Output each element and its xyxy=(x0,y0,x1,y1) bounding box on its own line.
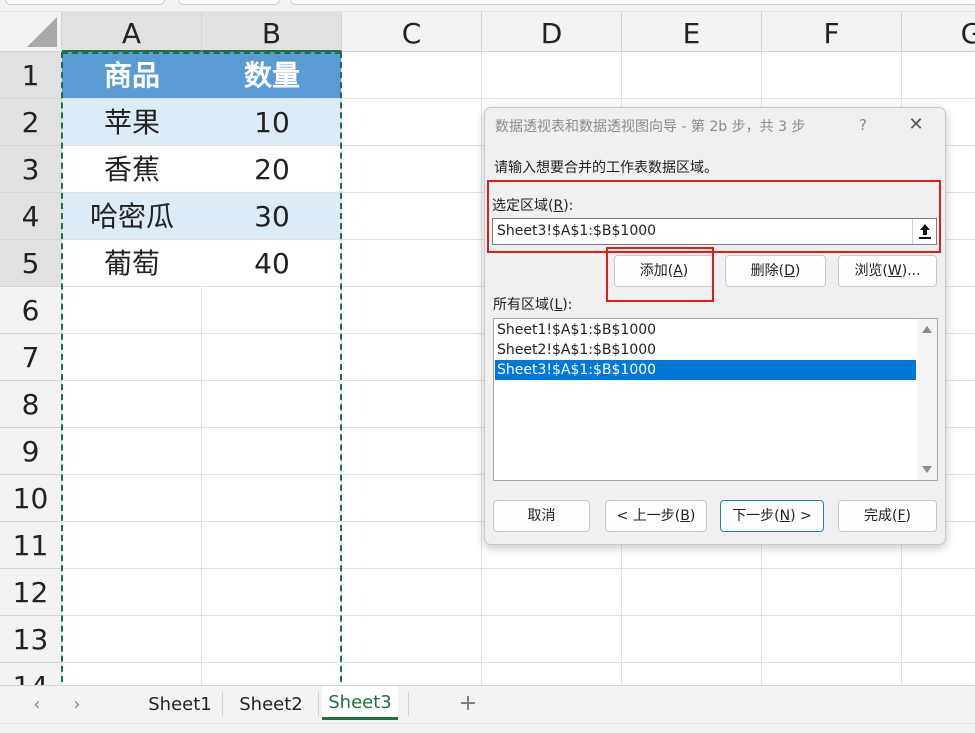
select-all-triangle-icon xyxy=(27,17,57,47)
column-header-f[interactable]: F xyxy=(762,12,902,52)
column-header-b[interactable]: B xyxy=(202,12,342,52)
range-list-item[interactable]: Sheet3!$A$1:$B$1000 xyxy=(495,360,916,380)
finish-button[interactable]: 完成(F) xyxy=(838,500,937,532)
range-label: 选定区域(R): xyxy=(492,198,574,214)
delete-button[interactable]: 删除(D) xyxy=(725,255,826,287)
help-icon[interactable]: ? xyxy=(853,114,873,136)
scroll-down-icon[interactable] xyxy=(922,466,932,473)
range-list-item[interactable]: Sheet2!$A$1:$B$1000 xyxy=(495,340,916,360)
top-strip xyxy=(0,0,975,12)
table-cell[interactable]: 苹果 xyxy=(62,99,202,146)
add-button[interactable]: 添加(A) xyxy=(614,255,714,287)
row-header-14[interactable]: 14 xyxy=(0,663,62,685)
table-cell[interactable]: 香蕉 xyxy=(62,146,202,193)
row-header-12[interactable]: 12 xyxy=(0,569,62,616)
table-cell[interactable]: 葡萄 xyxy=(62,240,202,287)
gridline xyxy=(481,52,482,685)
row-header-11[interactable]: 11 xyxy=(0,522,62,569)
tab-separator xyxy=(318,692,319,716)
sheet-tab-sheet2[interactable]: Sheet2 xyxy=(225,686,317,720)
chevron-left-icon[interactable]: ‹ xyxy=(26,694,48,716)
all-ranges-list[interactable]: Sheet1!$A$1:$B$1000 Sheet2!$A$1:$B$1000 Sh… xyxy=(493,318,938,481)
plus-icon[interactable]: + xyxy=(454,690,482,718)
gridline xyxy=(62,615,975,616)
next-button[interactable]: 下一步(N) > xyxy=(720,500,824,532)
row-header-6[interactable]: 6 xyxy=(0,287,62,334)
pivot-wizard-dialog: 数据透视表和数据透视图向导 - 第 2b 步，共 3 步 ? ✕ 请输入想要合并… xyxy=(484,107,946,545)
row-header-10[interactable]: 10 xyxy=(0,475,62,522)
range-input[interactable]: Sheet3!$A$1:$B$1000 xyxy=(492,218,937,245)
row-header-13[interactable]: 13 xyxy=(0,616,62,663)
gridline xyxy=(62,568,975,569)
column-header-d[interactable]: D xyxy=(482,12,622,52)
list-scrollbar[interactable] xyxy=(917,319,937,480)
dialog-prompt: 请输入想要合并的工作表数据区域。 xyxy=(494,160,718,176)
sheet-tab-bar: ‹ › Sheet1 Sheet2 Sheet3 + xyxy=(0,685,975,723)
chevron-right-icon[interactable]: › xyxy=(66,694,88,716)
top-tab-edge xyxy=(5,0,165,5)
scroll-up-icon[interactable] xyxy=(922,326,932,333)
dialog-title: 数据透视表和数据透视图向导 - 第 2b 步，共 3 步 xyxy=(495,119,806,135)
close-icon[interactable]: ✕ xyxy=(905,114,927,136)
row-header-7[interactable]: 7 xyxy=(0,334,62,381)
table-header-cell[interactable]: 数量 xyxy=(202,52,342,99)
collapse-upload-icon[interactable] xyxy=(912,219,936,244)
table-cell[interactable]: 10 xyxy=(202,99,342,146)
column-header-g[interactable]: G xyxy=(902,12,975,52)
select-all-corner[interactable] xyxy=(0,12,62,52)
formula-bar-edge xyxy=(290,0,975,5)
table-cell[interactable]: 20 xyxy=(202,146,342,193)
table-cell[interactable]: 30 xyxy=(202,193,342,240)
sheet-tab-sheet3[interactable]: Sheet3 xyxy=(322,686,398,720)
table-header-cell[interactable]: 商品 xyxy=(62,52,202,99)
gridline xyxy=(62,662,975,663)
row-header-1[interactable]: 1 xyxy=(0,52,62,99)
row-header-5[interactable]: 5 xyxy=(0,240,62,287)
browse-button[interactable]: 浏览(W)... xyxy=(838,255,937,287)
column-header-c[interactable]: C xyxy=(342,12,482,52)
range-list-item[interactable]: Sheet1!$A$1:$B$1000 xyxy=(495,320,916,340)
all-ranges-label: 所有区域(L): xyxy=(493,297,573,313)
row-header-3[interactable]: 3 xyxy=(0,146,62,193)
tab-separator xyxy=(222,692,223,716)
table-cell[interactable]: 哈密瓜 xyxy=(62,193,202,240)
copy-marquee-top xyxy=(62,52,341,54)
column-header-a[interactable]: A xyxy=(62,12,202,52)
row-header-8[interactable]: 8 xyxy=(0,381,62,428)
back-button[interactable]: < 上一步(B) xyxy=(605,500,707,532)
row-header-4[interactable]: 4 xyxy=(0,193,62,240)
status-bar xyxy=(0,723,975,733)
top-tab-edge xyxy=(178,0,280,5)
column-header-e[interactable]: E xyxy=(622,12,762,52)
table-cell[interactable]: 40 xyxy=(202,240,342,287)
row-header-2[interactable]: 2 xyxy=(0,99,62,146)
sheet-tab-sheet1[interactable]: Sheet1 xyxy=(140,686,220,720)
row-header-9[interactable]: 9 xyxy=(0,428,62,475)
range-input-value: Sheet3!$A$1:$B$1000 xyxy=(497,223,657,239)
tab-separator xyxy=(408,692,409,716)
cancel-button[interactable]: 取消 xyxy=(493,500,590,532)
